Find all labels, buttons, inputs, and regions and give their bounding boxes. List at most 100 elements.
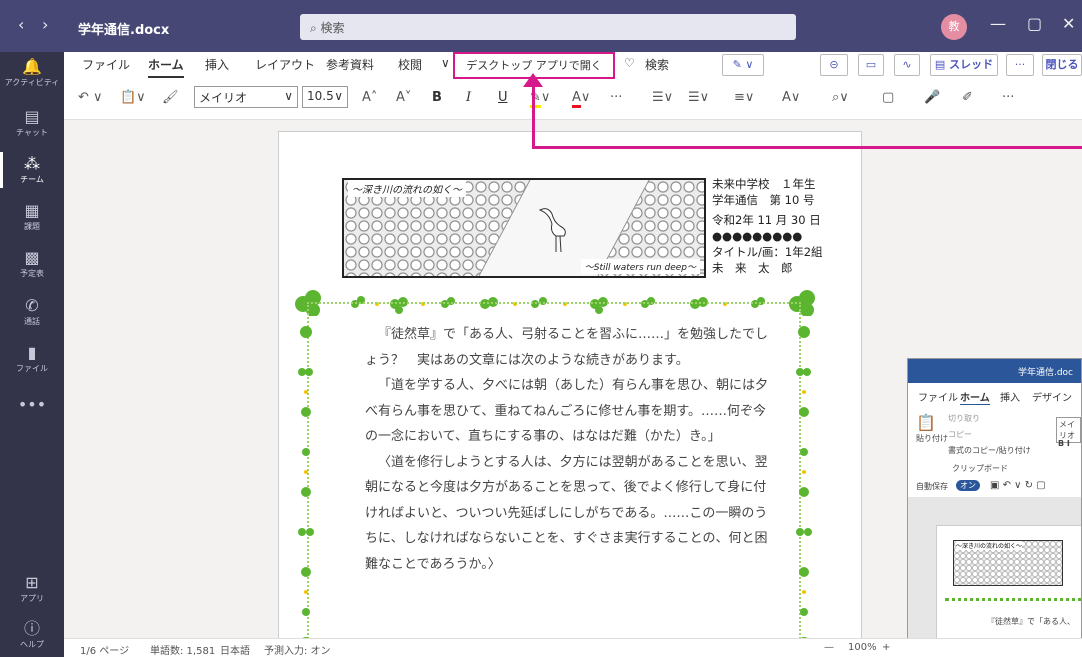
text-prediction[interactable]: 予測入力: オン (264, 642, 331, 657)
masthead-illustration: ～深き川の流れの如く～ ～Still waters run deep～ (342, 178, 706, 278)
inset-copy: コピー (948, 430, 972, 439)
phone-icon: ✆ (25, 296, 39, 315)
assignments-icon: ▦ (24, 201, 40, 220)
maximize-icon[interactable]: ▢ (1027, 14, 1042, 33)
tab-review[interactable]: 校閲 (398, 56, 422, 73)
italic-button[interactable]: I (466, 90, 471, 105)
masthead-subtitle: ～Still waters run deep～ (580, 259, 700, 274)
rail-label: 課題 (24, 222, 40, 231)
newsletter-info: 未来中学校 １年生 学年通信 第 10 号 令和2年 11 月 30 日 ●●●… (712, 176, 823, 276)
inset-paste-icon: 📋 (916, 413, 936, 432)
format-painter-icon[interactable]: 🖌 (162, 90, 179, 105)
bold-button[interactable]: B (432, 90, 442, 105)
minimize-icon[interactable]: — (990, 14, 1006, 33)
inset-masthead-title: ～深き川の流れの如く～ (956, 541, 1023, 550)
close-document-button[interactable]: 閉じる (1042, 54, 1082, 76)
editing-mode-button[interactable]: ✎ ∨ (722, 54, 764, 76)
search-input[interactable]: ⌕ 検索 (300, 14, 796, 40)
rail-activity[interactable]: 🔔 アクティビティ (0, 58, 64, 88)
more-tools[interactable]: ··· (1002, 90, 1014, 105)
tab-layout[interactable]: レイアウト (255, 56, 315, 73)
font-name-select[interactable]: メイリオ ∨ (194, 86, 298, 108)
files-icon: ▮ (27, 343, 37, 362)
undo-icon[interactable]: ↶ ∨ (78, 90, 103, 105)
styles-icon[interactable]: A∨ (782, 90, 800, 105)
comment-button[interactable]: ▭ (858, 54, 884, 76)
font-color-icon[interactable]: A∨ (572, 90, 590, 108)
find-icon[interactable]: ⌕∨ (832, 90, 849, 105)
paste-icon[interactable]: 📋∨ (120, 90, 146, 105)
rail-apps[interactable]: ⊞ アプリ (0, 574, 64, 604)
paragraph-3: 〈道を修行しようとする人は、夕方には翌朝があることを思い、翌朝になると今度は夕方… (365, 454, 768, 572)
teams-icon: ⁂ (24, 154, 40, 173)
document-page[interactable]: ～深き川の流れの如く～ ～Still waters run deep～ 未来中学… (278, 131, 862, 638)
inset-cut: 切り取り (948, 414, 980, 423)
more-options-button[interactable]: ··· (1006, 54, 1034, 76)
link-icon: ⊝ (829, 58, 839, 71)
inset-tab-insert: 挿入 (1000, 393, 1020, 404)
pen-icon: ✎ ∨ (732, 58, 754, 71)
rail-more[interactable]: ••• (0, 396, 64, 414)
inset-quick-tools: ▣ ↶ ∨ ↻ ▢ (990, 480, 1046, 491)
tab-insert[interactable]: 挿入 (205, 56, 229, 73)
font-name-value: メイリオ (199, 91, 248, 105)
inset-format-painter: 書式のコピー/貼り付け (948, 446, 1031, 455)
back-icon[interactable]: ‹ (18, 15, 24, 34)
inset-clover-border (945, 598, 1081, 608)
tab-home[interactable]: ホーム (148, 56, 184, 78)
inset-clipboard-group: クリップボード (952, 464, 1008, 473)
activity-button[interactable]: ∿ (894, 54, 920, 76)
tab-references[interactable]: 参考資料 (326, 56, 374, 73)
more-tabs-chevron[interactable]: ∨ (441, 56, 450, 70)
author-line: 未 来 太 郎 (712, 261, 793, 275)
rail-chat[interactable]: ▤ チャット (0, 108, 64, 138)
inset-tab-home: ホーム (960, 389, 990, 405)
lightbulb-icon: ♡ (624, 56, 635, 70)
font-size-select[interactable]: 10.5 ∨ (302, 86, 348, 108)
rail-label: ヘルプ (20, 640, 44, 649)
rail-label: アクティビティ (4, 78, 60, 87)
numbering-icon[interactable]: ☰∨ (688, 90, 709, 105)
thread-icon: ▤ (934, 58, 950, 71)
zoom-in-button[interactable]: + (882, 642, 890, 653)
inset-masthead: ～深き川の流れの如く～ (953, 540, 1063, 586)
grow-font-button[interactable]: A˄ (362, 90, 377, 105)
chat-icon: ▤ (24, 107, 40, 126)
rail-calendar[interactable]: ▩ 予定表 (0, 249, 64, 279)
zoom-level[interactable]: 100% (848, 642, 877, 653)
rail-files[interactable]: ▮ ファイル (0, 344, 64, 374)
picture-icon[interactable]: ▢ (882, 90, 894, 105)
bullets-icon[interactable]: ☰∨ (652, 90, 673, 105)
more-icon: ••• (17, 395, 47, 414)
search-icon: ⌕ (310, 21, 321, 35)
rail-assignments[interactable]: ▦ 課題 (0, 202, 64, 232)
tell-me-search[interactable]: 検索 (645, 56, 669, 73)
more-font-options[interactable]: ··· (610, 90, 622, 105)
close-icon[interactable]: ✕ (1062, 14, 1075, 33)
avatar[interactable]: 教 (941, 14, 967, 40)
rail-label: 通話 (24, 317, 40, 326)
callout-arrow-head (523, 73, 543, 87)
link-button[interactable]: ⊝ (820, 54, 848, 76)
date-line: 令和2年 11 月 30 日 (712, 213, 821, 227)
clover-border-right (796, 326, 812, 638)
thread-button[interactable]: ▤ スレッド (930, 54, 998, 76)
shrink-font-button[interactable]: A˅ (396, 90, 411, 105)
document-title: 学年通信.docx (78, 23, 170, 38)
rail-calls[interactable]: ✆ 通話 (0, 297, 64, 327)
align-icon[interactable]: ≡∨ (734, 90, 754, 105)
tab-file[interactable]: ファイル (82, 56, 130, 73)
rail-teams[interactable]: ⁂ チーム (0, 152, 64, 188)
inset-autosave: 自動保存 (916, 482, 948, 491)
designer-icon[interactable]: ✐ (962, 90, 973, 105)
inset-bold: B I (1058, 439, 1070, 448)
language-indicator[interactable]: 日本語 (220, 642, 250, 657)
forward-icon[interactable]: › (42, 15, 48, 34)
dictate-icon[interactable]: 🎤 (924, 90, 940, 105)
rail-label: アプリ (20, 594, 44, 603)
zoom-out-button[interactable]: — (824, 642, 834, 653)
article-body[interactable]: 『徒然草』で「ある人、弓射ることを習ふに……」を勉強したでしょう？ 実はあの文章… (365, 322, 775, 577)
inset-paste-label: 貼り付け (916, 434, 948, 443)
underline-button[interactable]: U (498, 90, 508, 105)
rail-help[interactable]: ⓘ ヘルプ (0, 620, 64, 650)
